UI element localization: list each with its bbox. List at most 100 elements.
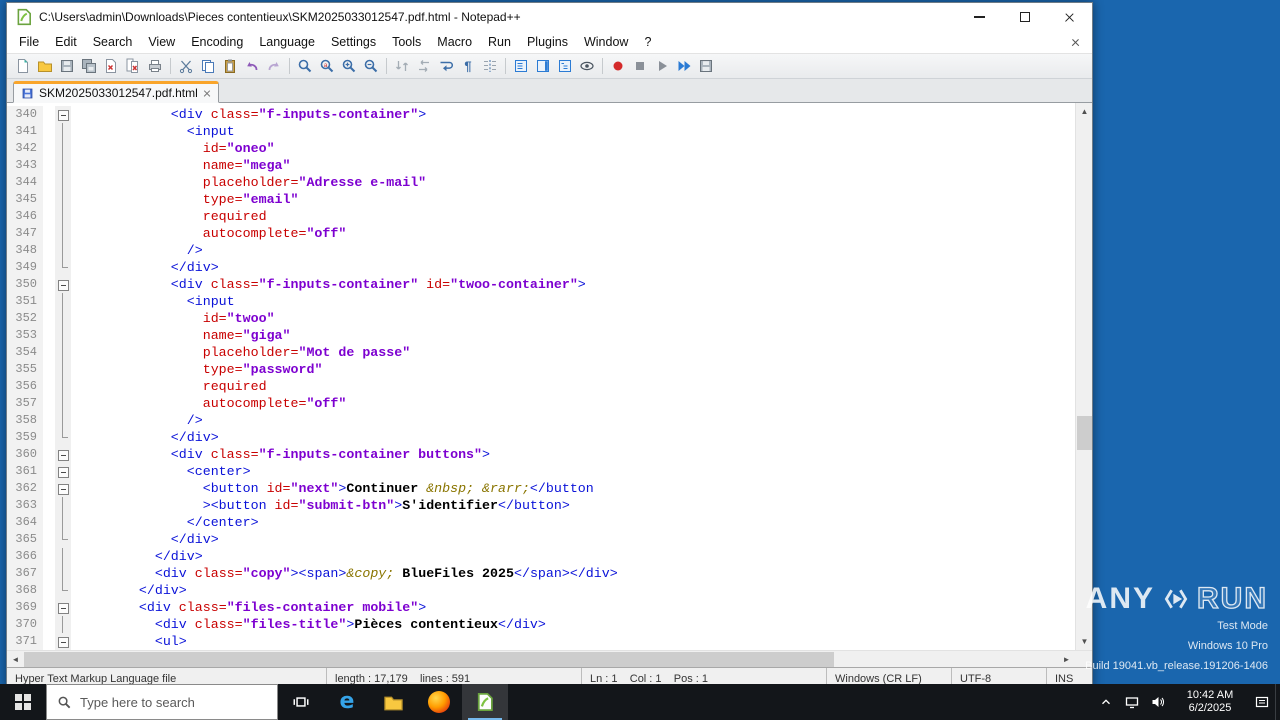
scroll-up-arrow[interactable]: ▲ [1076,103,1093,120]
play-macro-icon[interactable] [652,56,672,76]
taskbar-firefox-button[interactable] [416,684,462,720]
code-line-text[interactable]: id="oneo" [71,140,275,157]
bookmark-margin[interactable] [43,208,55,225]
sync-vertical-icon[interactable] [392,56,412,76]
menu-settings[interactable]: Settings [323,31,384,53]
show-all-characters-icon[interactable] [458,56,478,76]
replace-icon[interactable] [317,56,337,76]
bookmark-margin[interactable] [43,378,55,395]
fold-marker[interactable] [55,599,71,616]
code-line-text[interactable]: <div class="f-inputs-container"> [71,106,426,123]
bookmark-margin[interactable] [43,463,55,480]
word-wrap-icon[interactable] [436,56,456,76]
tray-expand-button[interactable] [1093,684,1119,720]
menu-encoding[interactable]: Encoding [183,31,251,53]
undo-icon[interactable] [242,56,262,76]
maximize-button[interactable] [1002,3,1047,31]
record-macro-icon[interactable] [608,56,628,76]
network-icon[interactable] [1119,684,1145,720]
taskbar-explorer-button[interactable] [370,684,416,720]
menu-window[interactable]: Window [576,31,636,53]
find-icon[interactable] [295,56,315,76]
code-line-text[interactable]: <input [71,293,235,310]
menu-language[interactable]: Language [251,31,323,53]
action-center-button[interactable] [1249,684,1275,720]
menu-search[interactable]: Search [85,31,141,53]
document-monitor-icon[interactable] [577,56,597,76]
indent-guide-icon[interactable] [480,56,500,76]
bookmark-margin[interactable] [43,242,55,259]
bookmark-margin[interactable] [43,582,55,599]
menu-run[interactable]: Run [480,31,519,53]
save-icon[interactable] [57,56,77,76]
code-line-text[interactable]: <div class="copy"><span>&copy; BlueFiles… [71,565,618,582]
title-bar[interactable]: C:\Users\admin\Downloads\Pieces contenti… [7,3,1092,31]
bookmark-margin[interactable] [43,327,55,344]
bookmark-margin[interactable] [43,361,55,378]
bookmark-margin[interactable] [43,174,55,191]
code-line-text[interactable]: /> [71,412,203,429]
close-file-icon[interactable] [101,56,121,76]
bookmark-margin[interactable] [43,548,55,565]
code-line-text[interactable]: <ul> [71,633,187,650]
horizontal-scroll-thumb[interactable] [24,652,834,667]
save-macro-icon[interactable] [696,56,716,76]
bookmark-margin[interactable] [43,276,55,293]
code-line-text[interactable]: <center> [71,463,251,480]
bookmark-margin[interactable] [43,633,55,650]
code-area[interactable]: 340 <div class="f-inputs-container"> 341 … [7,103,1075,650]
code-line-text[interactable]: type="password" [71,361,323,378]
menu-help[interactable]: ? [636,31,659,53]
cut-icon[interactable] [176,56,196,76]
copy-icon[interactable] [198,56,218,76]
bookmark-margin[interactable] [43,395,55,412]
menu-macro[interactable]: Macro [429,31,480,53]
bookmark-margin[interactable] [43,446,55,463]
fold-marker[interactable] [55,446,71,463]
fold-marker[interactable] [55,633,71,650]
bookmark-margin[interactable] [43,514,55,531]
fold-marker[interactable] [55,106,71,123]
search-input[interactable]: Type here to search [46,684,278,720]
taskbar-notepadpp-button[interactable] [462,684,508,720]
code-line-text[interactable]: required [71,378,267,395]
menu-view[interactable]: View [140,31,183,53]
scroll-left-arrow[interactable]: ◄ [7,651,24,668]
code-line-text[interactable]: <div class="f-inputs-container buttons"> [71,446,490,463]
code-line-text[interactable]: <div class="files-title">Pièces contenti… [71,616,546,633]
fold-marker[interactable] [55,463,71,480]
vertical-scrollbar[interactable]: ▲ ▼ [1075,103,1092,650]
code-line-text[interactable]: </div> [71,259,219,276]
new-file-icon[interactable] [13,56,33,76]
code-line-text[interactable]: name="mega" [71,157,291,174]
tab-document[interactable]: SKM2025033012547.pdf.html [13,81,219,103]
bookmark-margin[interactable] [43,191,55,208]
code-line-text[interactable]: <input [71,123,235,140]
bookmark-margin[interactable] [43,293,55,310]
code-line-text[interactable]: <div class="f-inputs-container" id="twoo… [71,276,586,293]
bookmark-margin[interactable] [43,531,55,548]
run-macro-multiple-icon[interactable] [674,56,694,76]
close-button[interactable] [1047,3,1092,31]
taskbar-clock[interactable]: 10:42 AM 6/2/2025 [1171,684,1249,720]
code-line-text[interactable]: required [71,208,267,225]
code-line-text[interactable]: ><button id="submit-btn">S'identifier</b… [71,497,570,514]
zoom-in-icon[interactable] [339,56,359,76]
save-all-icon[interactable] [79,56,99,76]
tab-close-icon[interactable] [203,84,211,102]
bookmark-margin[interactable] [43,480,55,497]
function-list-icon[interactable] [511,56,531,76]
stop-record-icon[interactable] [630,56,650,76]
fold-marker[interactable] [55,480,71,497]
menubar-close-doc-button[interactable] [1071,38,1080,47]
bookmark-margin[interactable] [43,429,55,446]
code-line-text[interactable]: /> [71,242,203,259]
bookmark-margin[interactable] [43,616,55,633]
volume-icon[interactable] [1145,684,1171,720]
taskview-button[interactable] [278,684,324,720]
bookmark-margin[interactable] [43,310,55,327]
scroll-right-arrow[interactable]: ► [1058,651,1075,668]
code-line-text[interactable]: </div> [71,531,219,548]
code-line-text[interactable]: id="twoo" [71,310,275,327]
zoom-out-icon[interactable] [361,56,381,76]
